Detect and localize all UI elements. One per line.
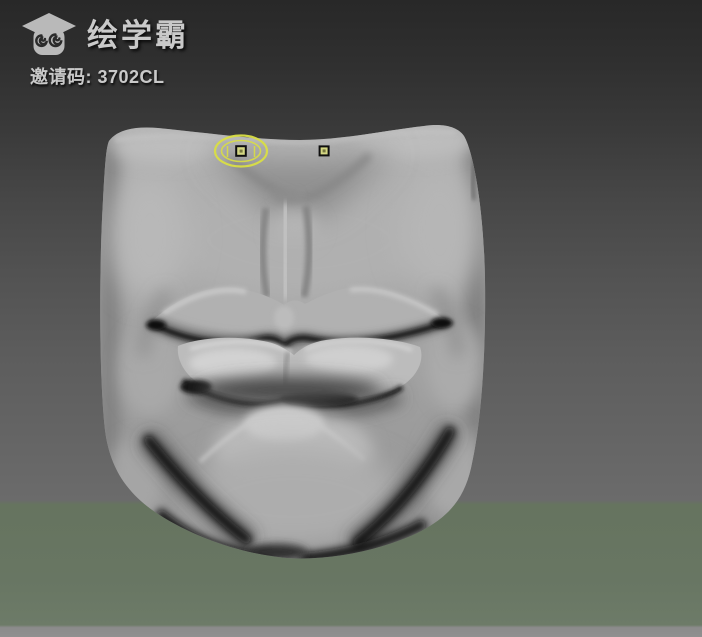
invite-code-line: 邀请码: 3702CL: [30, 67, 165, 87]
sculpt-viewport[interactable]: [0, 0, 702, 637]
graduation-cap-icon: [22, 13, 76, 55]
symmetry-point-marker: [318, 145, 330, 157]
app-screen: 绘学霸 邀请码: 3702CL: [0, 0, 702, 637]
brand-logo-row: 绘学霸: [20, 12, 189, 58]
brand-title: 绘学霸: [87, 17, 189, 53]
watermark: 绘学霸 邀请码: 3702CL: [20, 12, 189, 89]
brush-center-point: [235, 145, 247, 157]
sculpted-mouth-model: [100, 125, 486, 559]
